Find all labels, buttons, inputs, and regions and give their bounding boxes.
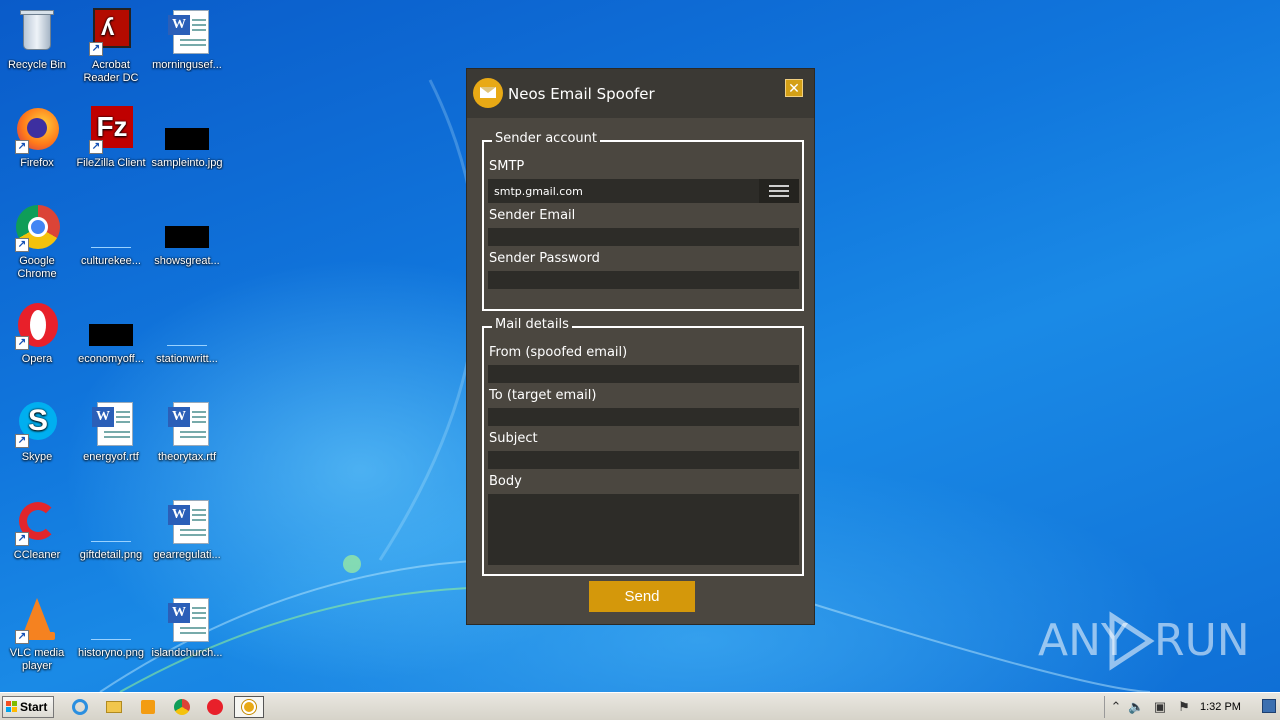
desktop-icon-vlc[interactable]: ↗ VLC media player: [0, 596, 74, 673]
file-explorer-icon[interactable]: [104, 697, 124, 717]
mail-details-legend: Mail details: [492, 317, 572, 332]
desktop-icon-skype[interactable]: S ↗ Skype: [0, 400, 74, 464]
filezilla-icon: Fz ↗: [87, 106, 135, 154]
system-clock[interactable]: 1:32 PM: [1200, 701, 1241, 713]
vlc-cone-icon: ↗: [13, 596, 61, 644]
start-button[interactable]: Start: [2, 696, 54, 718]
from-label: From (spoofed email): [489, 345, 628, 360]
desktop-icon-sampleinto[interactable]: sampleinto.jpg: [150, 106, 224, 170]
shortcut-arrow-icon: ↗: [15, 434, 29, 448]
start-label: Start: [20, 700, 48, 714]
image-file-icon: [87, 302, 135, 350]
smtp-select[interactable]: smtp.gmail.com: [488, 179, 799, 203]
desktop-icon-opera[interactable]: ↗ Opera: [0, 302, 74, 366]
from-input[interactable]: [488, 365, 799, 383]
show-hidden-icons-chevron-icon[interactable]: ⌃: [1108, 699, 1124, 715]
word-document-icon: W: [163, 498, 211, 546]
image-file-icon: [87, 204, 135, 252]
acrobat-icon: ʎ ↗: [87, 8, 135, 56]
sender-password-input[interactable]: [488, 271, 799, 289]
anyrun-watermark: ANY RUN: [1038, 610, 1250, 672]
word-document-icon: W: [87, 400, 135, 448]
close-button[interactable]: ✕: [785, 79, 803, 97]
desktop-icon-energyof[interactable]: W energyof.rtf: [74, 400, 148, 464]
speaker-icon[interactable]: 🔈: [1128, 699, 1144, 715]
shortcut-arrow-icon: ↗: [89, 42, 103, 56]
windows-logo-icon: [6, 701, 18, 713]
desktop-icon-giftdetail[interactable]: giftdetail.png: [74, 498, 148, 562]
desktop-icon-morningusef[interactable]: W morningusef...: [150, 8, 224, 72]
shortcut-arrow-icon: ↗: [15, 532, 29, 546]
desktop-icon-showsgreat[interactable]: showsgreat...: [150, 204, 224, 268]
desktop-icon-stationwritt[interactable]: stationwritt...: [150, 302, 224, 366]
sender-account-legend: Sender account: [492, 131, 601, 146]
shortcut-arrow-icon: ↗: [15, 336, 29, 350]
shortcut-arrow-icon: ↗: [89, 140, 103, 154]
mail-details-group: Mail details From (spoofed email) To (ta…: [482, 317, 804, 576]
desktop-icon-gearregulati[interactable]: W gearregulati...: [150, 498, 224, 562]
action-center-flag-icon[interactable]: ⚑: [1176, 699, 1192, 715]
firefox-icon: ↗: [13, 106, 61, 154]
to-label: To (target email): [489, 388, 597, 403]
subject-input[interactable]: [488, 451, 799, 469]
window-titlebar[interactable]: Neos Email Spoofer ✕: [467, 69, 814, 118]
internet-explorer-icon[interactable]: [70, 697, 90, 717]
network-icon[interactable]: ▣: [1152, 699, 1168, 715]
desktop-icon-theorytax[interactable]: W theorytax.rtf: [150, 400, 224, 464]
to-input[interactable]: [488, 408, 799, 426]
ccleaner-icon: ↗: [13, 498, 61, 546]
body-textarea[interactable]: [488, 494, 799, 565]
desktop-icon-recycle-bin[interactable]: Recycle Bin: [0, 8, 74, 72]
image-file-icon: [87, 498, 135, 546]
taskbar: Start ⌃ 🔈 ▣ ⚑ 1:32 PM: [0, 692, 1280, 720]
smtp-value: smtp.gmail.com: [494, 185, 583, 198]
shortcut-arrow-icon: ↗: [15, 238, 29, 252]
image-file-icon: [87, 596, 135, 644]
media-player-icon[interactable]: [138, 697, 158, 717]
desktop-icon-google-chrome[interactable]: ↗ Google Chrome: [0, 204, 74, 281]
email-spoofer-window: Neos Email Spoofer ✕ Sender account SMTP…: [466, 68, 815, 625]
chrome-icon: ↗: [13, 204, 61, 252]
hamburger-menu-icon[interactable]: [759, 179, 799, 203]
sender-password-label: Sender Password: [489, 251, 600, 266]
image-file-icon: [163, 106, 211, 154]
sender-email-input[interactable]: [488, 228, 799, 246]
word-document-icon: W: [163, 8, 211, 56]
desktop-icon-acrobat-reader[interactable]: ʎ ↗ Acrobat Reader DC: [74, 8, 148, 85]
subject-label: Subject: [489, 431, 538, 446]
desktop-icon-filezilla[interactable]: Fz ↗ FileZilla Client: [74, 106, 148, 170]
shortcut-arrow-icon: ↗: [15, 140, 29, 154]
email-spoofer-taskbar-button[interactable]: [234, 696, 264, 718]
image-file-icon: [163, 204, 211, 252]
envelope-icon: [473, 78, 503, 108]
sender-email-label: Sender Email: [489, 208, 576, 223]
skype-icon: S ↗: [13, 400, 61, 448]
smtp-label: SMTP: [489, 159, 525, 174]
desktop-icon-ccleaner[interactable]: ↗ CCleaner: [0, 498, 74, 562]
desktop-icon-firefox[interactable]: ↗ Firefox: [0, 106, 74, 170]
body-label: Body: [489, 474, 522, 489]
window-title: Neos Email Spoofer: [508, 85, 655, 103]
play-triangle-icon: [1109, 611, 1155, 671]
word-document-icon: W: [163, 400, 211, 448]
sender-account-group: Sender account SMTP smtp.gmail.com Sende…: [482, 131, 804, 311]
desktop-icon-culturekee[interactable]: culturekee...: [74, 204, 148, 268]
shortcut-arrow-icon: ↗: [15, 630, 29, 644]
opera-taskbar-icon[interactable]: [205, 697, 225, 717]
opera-icon: ↗: [13, 302, 61, 350]
desktop-icon-islandchurch[interactable]: W islandchurch...: [150, 596, 224, 660]
desktop-icon-economyoff[interactable]: economyoff...: [74, 302, 148, 366]
send-button[interactable]: Send: [589, 581, 695, 612]
word-document-icon: W: [163, 596, 211, 644]
chrome-taskbar-icon[interactable]: [172, 697, 192, 717]
image-file-icon: [163, 302, 211, 350]
desktop-icon-historyno[interactable]: historyno.png: [74, 596, 148, 660]
recycle-bin-icon: [13, 8, 61, 56]
show-desktop-button[interactable]: [1262, 699, 1276, 713]
